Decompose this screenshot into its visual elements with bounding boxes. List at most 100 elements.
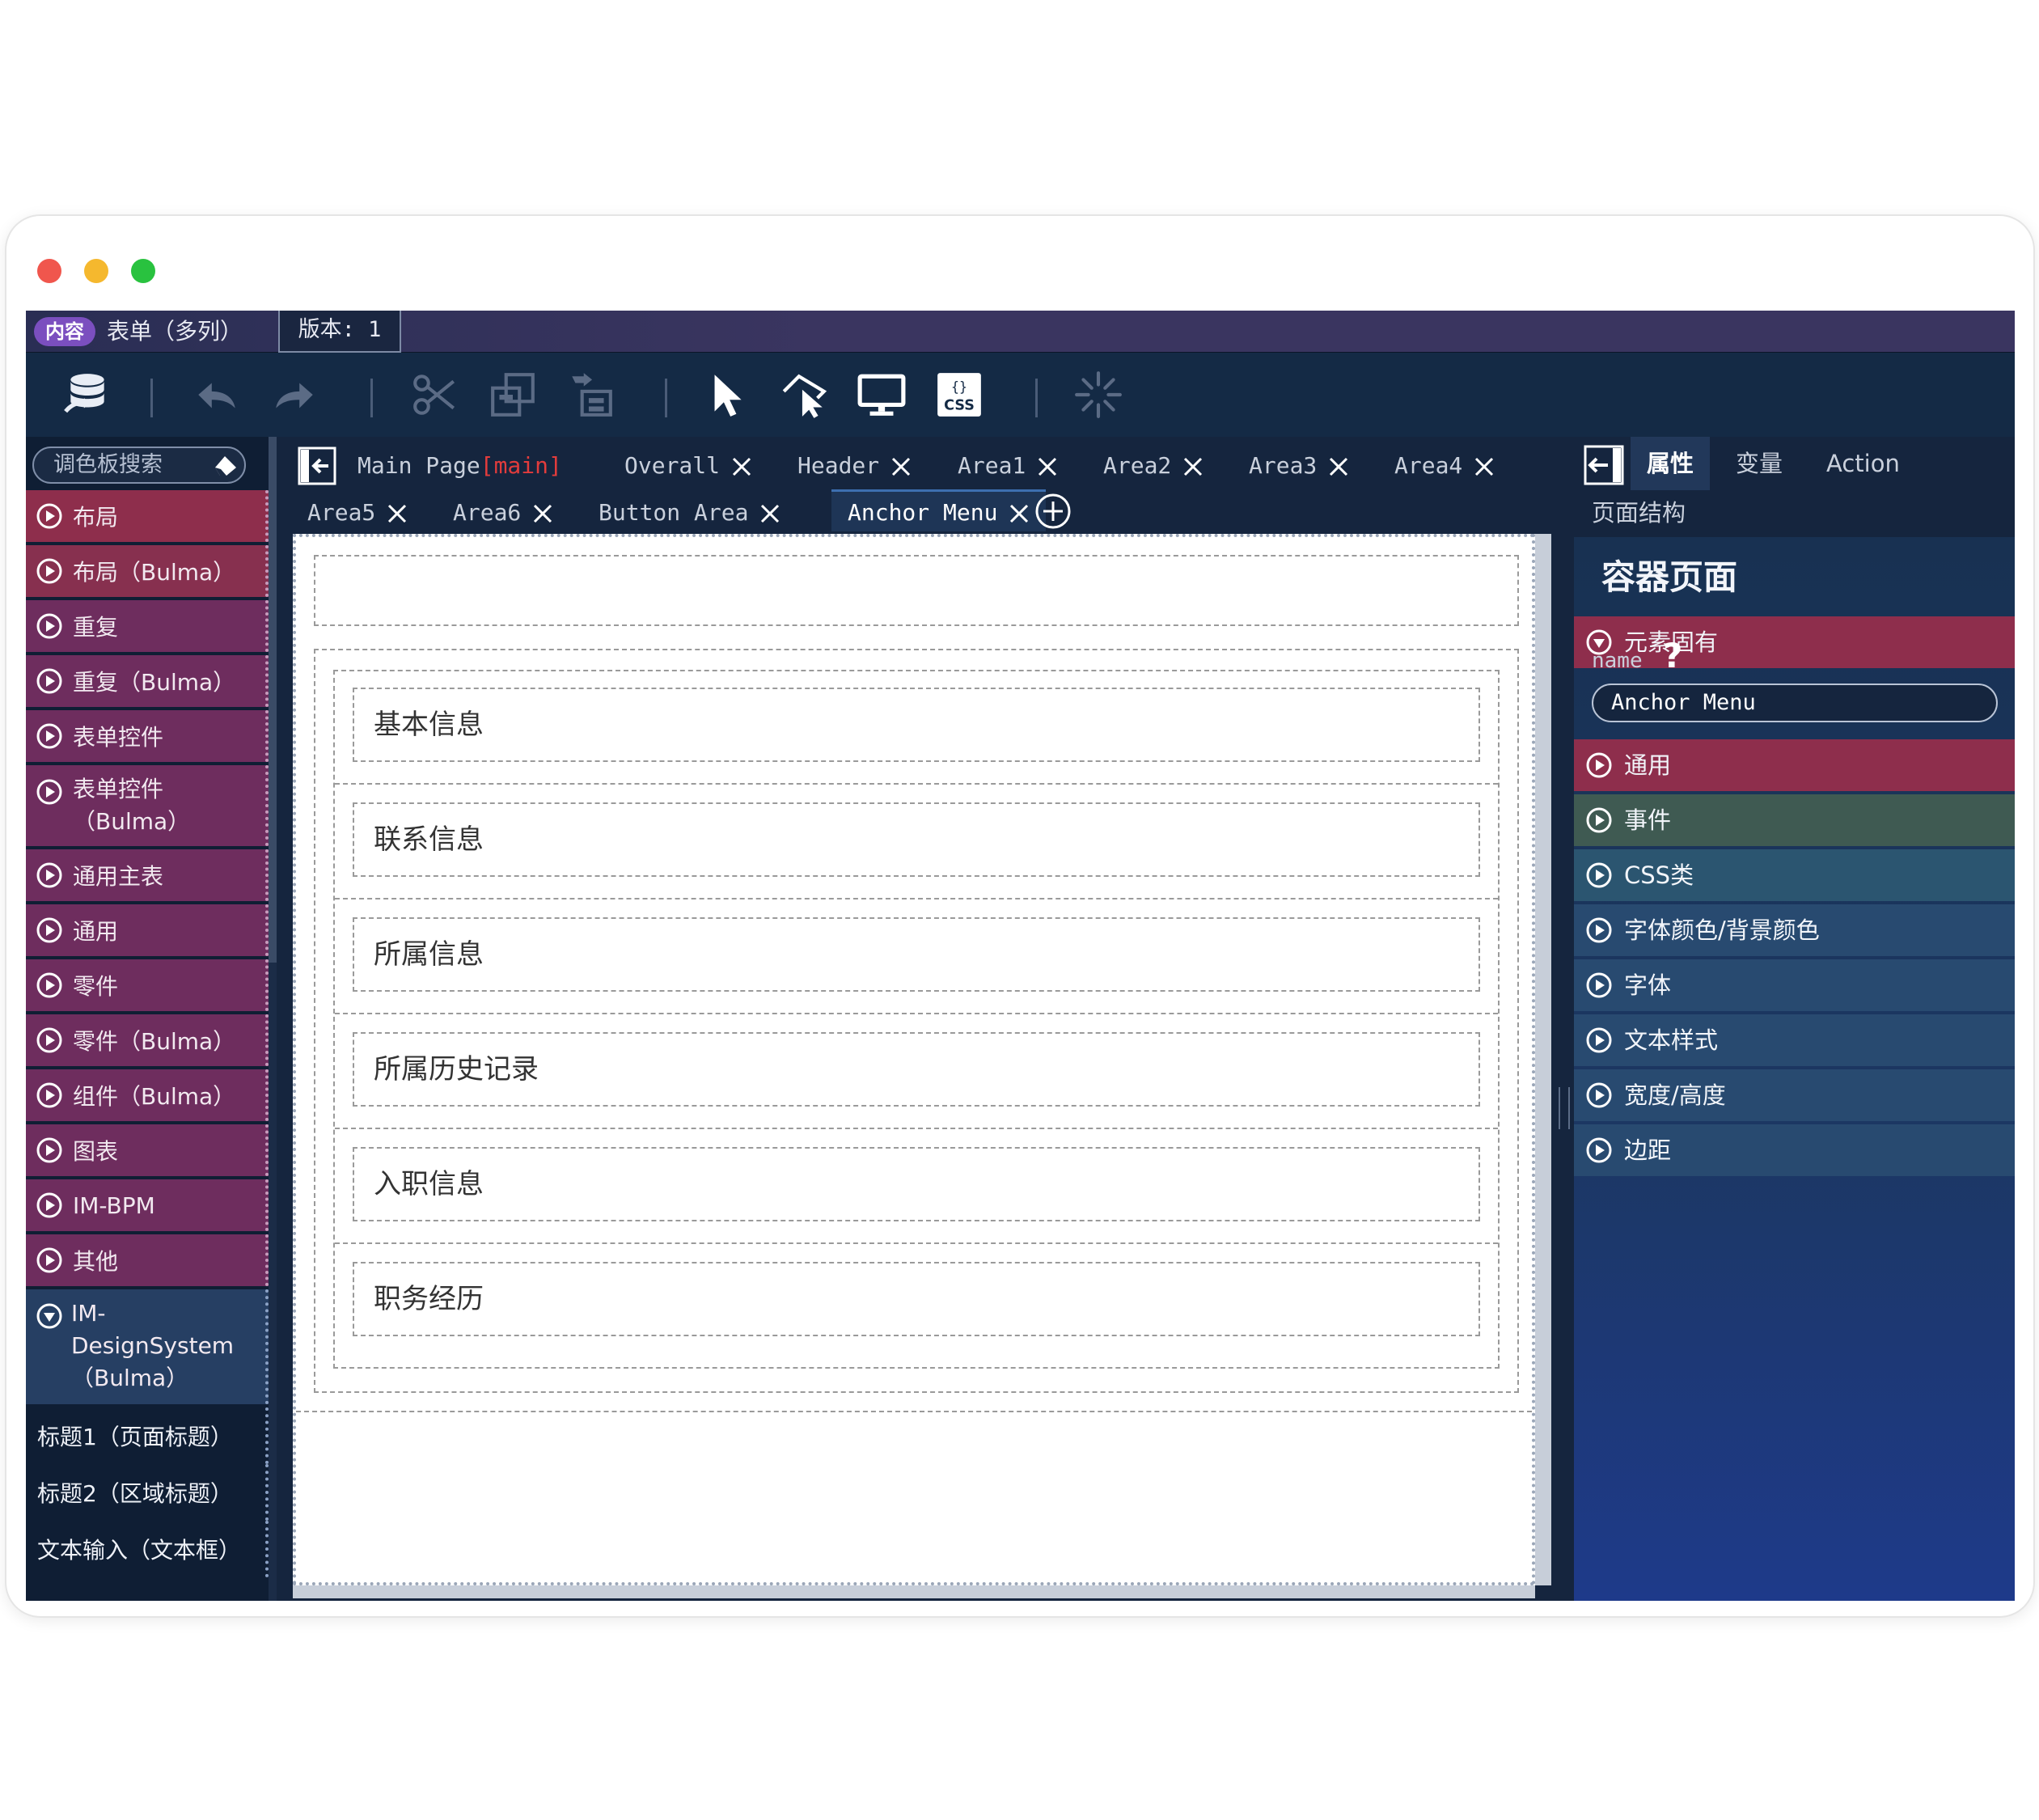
- undo-icon[interactable]: [188, 367, 246, 422]
- section-font[interactable]: 字体: [1574, 959, 2015, 1011]
- tab-header[interactable]: Header: [797, 445, 912, 487]
- anchor-menu-list[interactable]: 基本信息 联系信息 所属信息 所属历史记录 入职信息 职务经历: [333, 670, 1500, 1369]
- tab-anchor-menu[interactable]: Anchor Menu: [831, 489, 1047, 531]
- anchor-menu-row[interactable]: 所属信息: [335, 901, 1498, 1014]
- section-colors[interactable]: 字体颜色/背景颜色: [1574, 904, 2015, 956]
- anchor-menu-row[interactable]: 所属历史记录: [335, 1016, 1498, 1129]
- palette-category-item[interactable]: 组件（Bulma）: [26, 1069, 269, 1121]
- close-tab-icon[interactable]: [731, 456, 752, 477]
- palette-category-item[interactable]: 图表: [26, 1124, 269, 1176]
- palette-category-item[interactable]: 其他: [26, 1234, 269, 1286]
- redo-icon[interactable]: [265, 367, 324, 422]
- palette-category-item[interactable]: 重复: [26, 600, 269, 652]
- close-tab-icon[interactable]: [532, 503, 553, 524]
- palette-category-item[interactable]: 通用: [26, 904, 269, 956]
- ungroup-icon[interactable]: [561, 367, 620, 422]
- tab-properties[interactable]: 属性: [1631, 437, 1711, 490]
- palette-category-item[interactable]: 零件: [26, 959, 269, 1011]
- anchor-menu-item[interactable]: 入职信息: [353, 1147, 1480, 1221]
- name-input[interactable]: Anchor Menu: [1592, 684, 1998, 722]
- cut-icon[interactable]: [406, 367, 464, 422]
- tab-button-area[interactable]: Button Area: [599, 492, 780, 534]
- sidebar-scrollbar-thumb[interactable]: [269, 437, 277, 963]
- collapse-properties-icon[interactable]: [1584, 445, 1624, 485]
- section-label: 通用: [1624, 751, 1672, 779]
- anchor-menu-container[interactable]: 基本信息 联系信息 所属信息 所属历史记录 入职信息 职务经历: [314, 649, 1519, 1393]
- palette-component-item[interactable]: 文本输入（文本框）: [26, 1521, 269, 1577]
- tab-area2[interactable]: Area2: [1103, 445, 1204, 487]
- close-tab-icon[interactable]: [1474, 456, 1495, 477]
- play-circle-icon: [36, 1192, 62, 1218]
- tab-area5[interactable]: Area5: [307, 492, 408, 534]
- anchor-menu-row[interactable]: 联系信息: [335, 786, 1498, 899]
- palette-component-item[interactable]: 标题1（页面标题）: [26, 1407, 269, 1464]
- canvas-scrollbar-vertical[interactable]: [1535, 534, 1551, 1585]
- tab-area4[interactable]: Area4: [1394, 445, 1495, 487]
- palette-category-label: 重复（Bulma）: [73, 669, 236, 696]
- minimize-window-button[interactable]: [84, 259, 108, 283]
- palette-category-item[interactable]: 重复（Bulma）: [26, 655, 269, 707]
- section-text-style[interactable]: 文本样式: [1574, 1014, 2015, 1066]
- panel-resize-handle[interactable]: [1559, 1087, 1570, 1129]
- close-tab-icon[interactable]: [759, 503, 780, 524]
- anchor-menu-item[interactable]: 联系信息: [353, 802, 1480, 877]
- palette-category-expanded[interactable]: IM-DesignSystem（Bulma）: [26, 1289, 269, 1404]
- anchor-menu-item[interactable]: 所属信息: [353, 917, 1480, 992]
- clear-search-icon[interactable]: [212, 453, 239, 477]
- section-width-height[interactable]: 宽度/高度: [1574, 1069, 2015, 1121]
- close-tab-icon[interactable]: [1009, 503, 1030, 524]
- help-icon[interactable]: ?: [1663, 637, 1690, 675]
- canvas-scrollbar-horizontal[interactable]: [293, 1585, 1535, 1598]
- collapse-palette-icon[interactable]: [298, 447, 336, 485]
- palette-category-item[interactable]: 表单控件: [26, 710, 269, 762]
- anchor-menu-item[interactable]: 基本信息: [353, 688, 1480, 762]
- anchor-menu-row[interactable]: 入职信息: [335, 1131, 1498, 1244]
- css-icon[interactable]: {} CSS: [930, 367, 988, 422]
- group-icon[interactable]: [484, 367, 542, 422]
- hover-select-icon[interactable]: [775, 367, 833, 422]
- anchor-menu-row[interactable]: 职务经历: [335, 1246, 1498, 1359]
- preview-monitor-icon[interactable]: [852, 367, 911, 422]
- loading-spinner-icon[interactable]: [1069, 367, 1127, 422]
- close-tab-icon[interactable]: [1037, 456, 1058, 477]
- palette-category-item[interactable]: 布局: [26, 490, 269, 542]
- section-events[interactable]: 事件: [1574, 794, 2015, 846]
- palette-category-item[interactable]: IM-BPM: [26, 1179, 269, 1231]
- tab-action[interactable]: Action: [1810, 437, 1916, 490]
- close-tab-icon[interactable]: [1182, 456, 1204, 477]
- select-pointer-icon[interactable]: [697, 367, 755, 422]
- tab-page-structure[interactable]: 页面结构: [1592, 490, 1686, 535]
- palette-category-label: 组件（Bulma）: [73, 1083, 236, 1110]
- empty-container[interactable]: [314, 555, 1519, 626]
- database-import-icon[interactable]: [58, 367, 116, 422]
- play-circle-icon: [1586, 1137, 1612, 1163]
- palette-category-item[interactable]: 布局（Bulma）: [26, 545, 269, 597]
- palette-category-label: 其他: [73, 1248, 119, 1275]
- palette-component-item[interactable]: 标题2（区域标题）: [26, 1464, 269, 1521]
- editor-area: Main Page[main] Overall Header Area1 Are…: [290, 437, 1551, 1601]
- add-tab-icon[interactable]: [1034, 492, 1072, 531]
- section-css-class[interactable]: CSS类: [1574, 849, 2015, 901]
- section-margin[interactable]: 边距: [1574, 1124, 2015, 1176]
- close-tab-icon[interactable]: [387, 503, 408, 524]
- anchor-menu-item[interactable]: 所属历史记录: [353, 1032, 1480, 1107]
- anchor-menu-item[interactable]: 职务经历: [353, 1262, 1480, 1336]
- anchor-menu-row[interactable]: 基本信息: [335, 671, 1498, 785]
- tab-main-page[interactable]: Main Page[main]: [357, 445, 562, 487]
- palette-category-item[interactable]: 表单控件（Bulma）: [26, 765, 269, 846]
- tab-area3[interactable]: Area3: [1249, 445, 1349, 487]
- play-circle-icon: [1586, 917, 1612, 943]
- palette-category-item[interactable]: 零件（Bulma）: [26, 1014, 269, 1066]
- close-window-button[interactable]: [37, 259, 61, 283]
- design-canvas[interactable]: 基本信息 联系信息 所属信息 所属历史记录 入职信息 职务经历: [293, 534, 1535, 1585]
- tab-area1[interactable]: Area1: [958, 445, 1058, 487]
- tab-variables[interactable]: 变量: [1720, 437, 1799, 490]
- section-general[interactable]: 通用: [1574, 739, 2015, 791]
- tab-area6[interactable]: Area6: [453, 492, 553, 534]
- properties-panel: 属性 变量 Action 页面结构 容器页面 元素固有 name ? Ancho…: [1574, 437, 2015, 1601]
- tab-overall[interactable]: Overall: [624, 445, 752, 487]
- close-tab-icon[interactable]: [1328, 456, 1349, 477]
- close-tab-icon[interactable]: [890, 456, 912, 477]
- palette-category-item[interactable]: 通用主表: [26, 849, 269, 901]
- maximize-window-button[interactable]: [131, 259, 155, 283]
